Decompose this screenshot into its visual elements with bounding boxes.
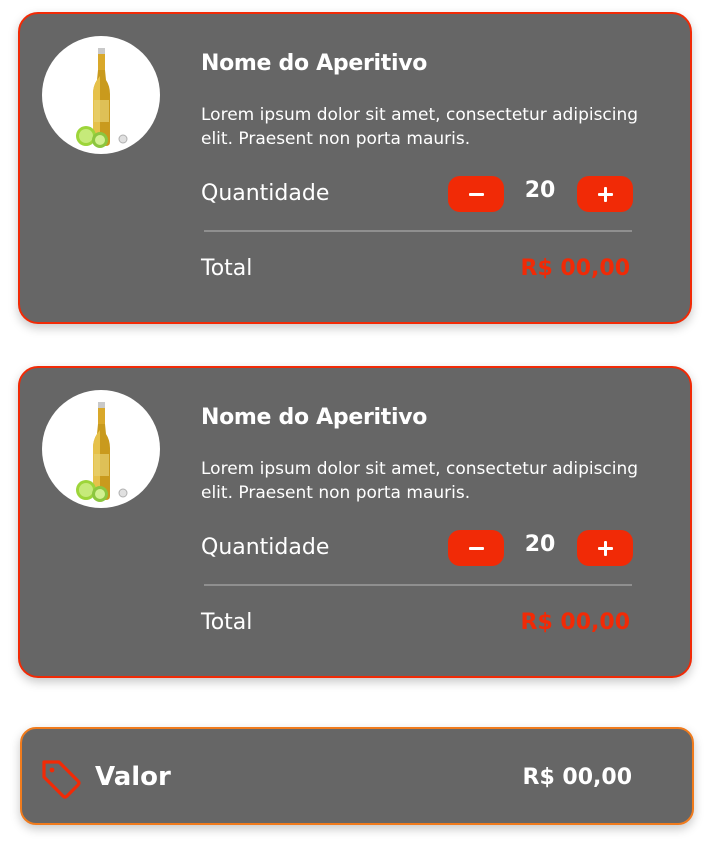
minus-icon (468, 192, 484, 196)
price-tag-icon (42, 760, 81, 799)
beer-bottle-icon (76, 402, 128, 502)
total-value: R$ 00,00 (520, 610, 631, 635)
order-summary: Valor R$ 00,00 (20, 727, 694, 825)
divider (204, 584, 632, 586)
product-image (42, 390, 160, 508)
total-label: Total (201, 610, 253, 635)
increase-quantity-button[interactable] (577, 530, 633, 566)
product-image (42, 36, 160, 154)
quantity-value: 20 (524, 532, 556, 557)
beer-bottle-icon (76, 48, 128, 148)
summary-value: R$ 00,00 (522, 765, 633, 790)
product-description: Lorem ipsum dolor sit amet, consectetur … (201, 105, 639, 149)
product-name: Nome do Aperitivo (201, 51, 428, 76)
product-description: Lorem ipsum dolor sit amet, consectetur … (201, 459, 639, 503)
product-card: Nome do Aperitivo Lorem ipsum dolor sit … (18, 12, 692, 324)
increase-quantity-button[interactable] (577, 176, 633, 212)
divider (204, 230, 632, 232)
plus-icon-vertical (603, 186, 607, 202)
product-name: Nome do Aperitivo (201, 405, 428, 430)
minus-icon (468, 546, 484, 550)
summary-label: Valor (95, 762, 171, 792)
quantity-label: Quantidade (201, 181, 330, 206)
total-value: R$ 00,00 (520, 256, 631, 281)
quantity-value: 20 (524, 178, 556, 203)
decrease-quantity-button[interactable] (448, 530, 504, 566)
decrease-quantity-button[interactable] (448, 176, 504, 212)
product-card: Nome do Aperitivo Lorem ipsum dolor sit … (18, 366, 692, 678)
plus-icon-vertical (603, 540, 607, 556)
total-label: Total (201, 256, 253, 281)
quantity-label: Quantidade (201, 535, 330, 560)
